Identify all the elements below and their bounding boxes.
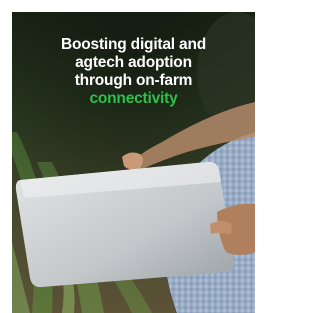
promo-card[interactable]: Boosting digital and agtech adoption thr…	[12, 12, 255, 313]
headline-line-1: Boosting digital and	[61, 36, 206, 53]
promo-headline: Boosting digital and agtech adoption thr…	[12, 36, 255, 108]
headline-line-3: through on-farm	[74, 72, 193, 89]
headline-accent-word: connectivity	[89, 90, 178, 107]
headline-line-2: agtech adoption	[75, 54, 192, 71]
